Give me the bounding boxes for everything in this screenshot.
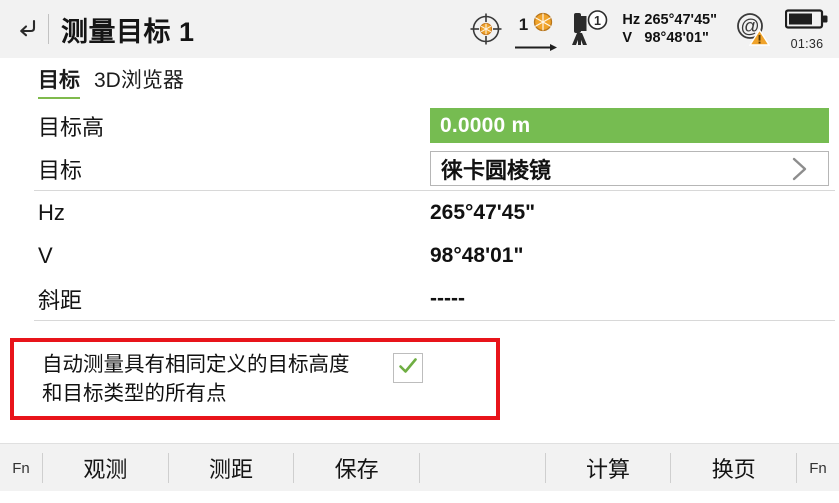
- prism-offset-indicator[interactable]: 1: [514, 11, 558, 51]
- row-label-target-height: 目标高: [38, 114, 105, 140]
- arrow-right-icon: [514, 39, 558, 51]
- battery-indicator[interactable]: 01:36: [784, 8, 829, 51]
- back-button[interactable]: [0, 0, 46, 58]
- auto-measure-label-line1: 自动测量具有相同定义的目标高度: [42, 353, 350, 376]
- v-label: V: [622, 30, 633, 46]
- measure-form: 目标高 0.0000 m 目标 徕卡圆棱镜 Hz 265°47'45" V 98…: [0, 104, 839, 321]
- connection-status-icon[interactable]: @: [733, 10, 771, 48]
- row-hz: Hz 265°47'45": [0, 191, 839, 234]
- bottom-fill: [0, 491, 839, 503]
- toolbar-button-save[interactable]: 保存: [294, 444, 419, 492]
- hz-value: 265°47'45": [644, 11, 717, 28]
- auto-measure-row[interactable]: 自动测量具有相同定义的目标高度 和目标类型的所有点: [14, 342, 496, 416]
- toolbar-button-page[interactable]: 换页: [671, 444, 796, 492]
- header-divider: [48, 14, 49, 44]
- auto-measure-label: 自动测量具有相同定义的目标高度 和目标类型的所有点: [42, 350, 387, 408]
- battery-icon: [784, 8, 829, 35]
- row-v: V 98°48'01": [0, 234, 839, 277]
- row-target[interactable]: 目标 徕卡圆棱镜: [0, 147, 839, 190]
- fn-left-button[interactable]: Fn: [0, 444, 42, 492]
- target-select-value: 徕卡圆棱镜: [441, 157, 552, 183]
- tab-3d-viewer[interactable]: 3D浏览器: [94, 64, 184, 97]
- auto-measure-label-line2: 和目标类型的所有点: [42, 382, 227, 406]
- checkmark-icon: [397, 355, 419, 382]
- toolbar-button-observe[interactable]: 观测: [43, 444, 168, 492]
- hz-label: Hz: [622, 11, 641, 28]
- chevron-right-icon[interactable]: [784, 154, 814, 184]
- total-station-icon[interactable]: 1: [568, 9, 610, 49]
- v-value: 98°48'01": [644, 30, 709, 46]
- toolbar-button-empty: [420, 444, 545, 492]
- page-title: 测量目标 1: [61, 16, 195, 47]
- row-value-hz: 265°47'45": [430, 200, 536, 224]
- row-slope-distance: 斜距 -----: [0, 277, 839, 320]
- back-arrow-icon: [14, 14, 40, 45]
- row-target-height[interactable]: 目标高 0.0000 m: [0, 104, 839, 147]
- app-header: 测量目标 1 1 1 Hz 265°47'45" V 98°48'01" @ 0…: [0, 0, 839, 58]
- row-separator-bottom: [34, 320, 835, 321]
- row-value-slope-distance: -----: [430, 286, 465, 310]
- tab-bar: 目标 3D浏览器: [0, 58, 839, 102]
- row-label-target: 目标: [38, 157, 83, 183]
- target-height-input[interactable]: 0.0000 m: [430, 108, 829, 143]
- auto-measure-checkbox[interactable]: [393, 353, 423, 383]
- row-label-hz: Hz: [38, 199, 65, 225]
- toolbar-button-distance[interactable]: 测距: [169, 444, 294, 492]
- toolbar-button-calculate[interactable]: 计算: [546, 444, 671, 492]
- svg-text:1: 1: [594, 14, 601, 28]
- prism-count-label: 1: [518, 14, 529, 34]
- row-label-v: V: [38, 242, 53, 268]
- target-select[interactable]: 徕卡圆棱镜: [430, 151, 829, 186]
- fn-right-button[interactable]: Fn: [797, 444, 839, 492]
- angle-readout: Hz 265°47'45" V 98°48'01": [622, 11, 717, 47]
- bottom-toolbar: Fn 观测 测距 保存 计算 换页 Fn: [0, 443, 839, 492]
- prism-icon: [532, 11, 554, 38]
- v-readout: V 98°48'01": [622, 29, 717, 47]
- hz-readout: Hz 265°47'45": [622, 11, 717, 29]
- crosshair-target-icon[interactable]: [468, 11, 504, 47]
- row-value-v: 98°48'01": [430, 243, 524, 267]
- battery-time-label: 01:36: [790, 36, 824, 51]
- annotation-box: 自动测量具有相同定义的目标高度 和目标类型的所有点: [10, 338, 500, 420]
- row-label-slope-distance: 斜距: [38, 287, 83, 313]
- status-bar: 1 1 Hz 265°47'45" V 98°48'01" @ 01:36: [462, 0, 839, 58]
- tab-target[interactable]: 目标: [38, 64, 80, 99]
